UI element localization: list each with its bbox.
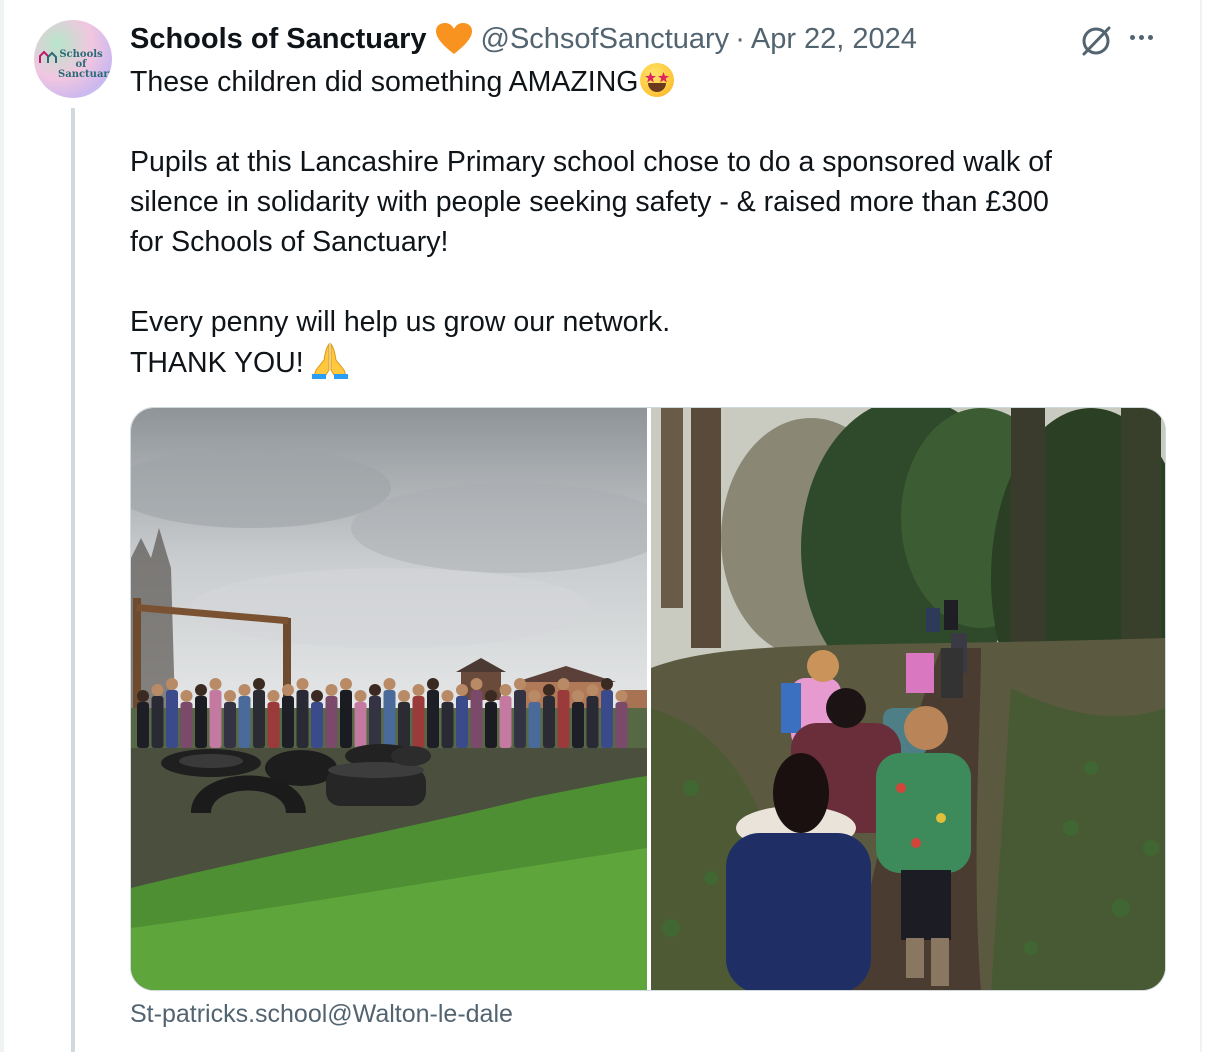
photo-children-playground[interactable] (131, 408, 647, 990)
child-head (572, 690, 584, 702)
child-head (195, 684, 207, 696)
child-head (528, 690, 541, 702)
child-figure (383, 690, 396, 748)
child-figure (354, 702, 367, 748)
tweet-line-2 (130, 102, 1160, 142)
tweet-header: Schools of Sanctuary @SchsofSanctuary · … (130, 20, 917, 58)
child-figure (398, 702, 410, 748)
child-figure (340, 690, 352, 748)
child-head (383, 678, 396, 690)
tweet-text: These children did something AMAZING Pup… (130, 62, 1160, 391)
child-figure (151, 696, 164, 748)
child-head (296, 678, 309, 690)
child-head (485, 690, 497, 702)
child-head (514, 678, 526, 690)
child-head (615, 690, 628, 702)
left-border (0, 0, 4, 1052)
child-head (166, 678, 178, 690)
child-head (499, 684, 512, 696)
child-figure (470, 690, 483, 748)
child-figure (528, 702, 541, 748)
child-figure (601, 690, 613, 748)
child-figure (427, 690, 439, 748)
tweet-line-4: silence in solidarity with people seekin… (130, 186, 1049, 218)
child-figure (195, 696, 207, 748)
child-figure (253, 690, 265, 748)
child-head (470, 678, 483, 690)
child-figure (267, 702, 280, 748)
child-figure (209, 690, 222, 748)
tweet-line-7: Every penny will help us grow our networ… (130, 306, 671, 338)
child-figure (586, 696, 599, 748)
child-figure (180, 702, 193, 748)
tweet-line-3: Pupils at this Lancashire Primary school… (130, 146, 1052, 178)
child-head (137, 690, 149, 702)
child-head (253, 678, 265, 690)
child-head (412, 684, 425, 696)
child-head (543, 684, 555, 696)
child-head (209, 678, 222, 690)
orange-heart-icon (435, 22, 473, 56)
tweet-date[interactable]: Apr 22, 2024 (751, 23, 917, 56)
child-head (267, 690, 280, 702)
child-figure (238, 696, 251, 748)
child-head (238, 684, 251, 696)
tweet-caption: St-patricks.school@Walton-le-dale (130, 1000, 513, 1028)
tweet-line-8: THANK YOU! (130, 342, 1160, 391)
tweet-line-1: These children did something AMAZING (130, 62, 1160, 102)
separator-dot: · (735, 22, 745, 55)
tweet-line-5: for Schools of Sanctuary! (130, 226, 449, 258)
child-figure (485, 702, 497, 748)
child-head (311, 690, 323, 702)
child-head (369, 684, 381, 696)
child-figure (325, 696, 338, 748)
child-head (354, 690, 367, 702)
child-figure (615, 702, 628, 748)
child-figure (572, 702, 584, 748)
child-head (282, 684, 294, 696)
child-figure (369, 696, 381, 748)
child-figure (166, 690, 178, 748)
child-figure (557, 690, 570, 748)
child-head (151, 684, 164, 696)
child-head (180, 690, 193, 702)
thread-line (71, 108, 75, 1052)
child-figure (224, 702, 236, 748)
child-figure (456, 696, 468, 748)
child-head (586, 684, 599, 696)
right-border (1200, 0, 1202, 1052)
child-figure (311, 702, 323, 748)
child-figure (296, 690, 309, 748)
avatar-logo-text: Schools of Sanctuary (58, 49, 112, 80)
child-head (427, 678, 439, 690)
author-handle[interactable]: @SchsofSanctuary (481, 23, 730, 56)
child-head (398, 690, 410, 702)
more-options-icon[interactable] (1130, 35, 1153, 40)
child-figure (137, 702, 149, 748)
photo-children-woodland-walk[interactable] (651, 408, 1165, 990)
child-head (340, 678, 352, 690)
child-head (224, 690, 236, 702)
child-head (557, 678, 570, 690)
avatar[interactable]: Schools of Sanctuary (34, 20, 112, 98)
author-display-name[interactable]: Schools of Sanctuary (130, 23, 427, 56)
logo-house-icon (39, 50, 57, 63)
child-figure (412, 696, 425, 748)
child-figure (499, 696, 512, 748)
star-struck-emoji (640, 63, 675, 97)
child-figure (514, 690, 526, 748)
child-head (456, 684, 468, 696)
child-head (325, 684, 338, 696)
child-figure (543, 696, 555, 748)
folded-hands-emoji (310, 342, 350, 391)
grok-icon[interactable] (1079, 24, 1113, 63)
child-head (441, 690, 454, 702)
tweet-media[interactable] (130, 407, 1166, 991)
child-head (601, 678, 613, 690)
child-figure (441, 702, 454, 748)
tweet-line-6 (130, 262, 1160, 302)
child-figure (282, 696, 294, 748)
